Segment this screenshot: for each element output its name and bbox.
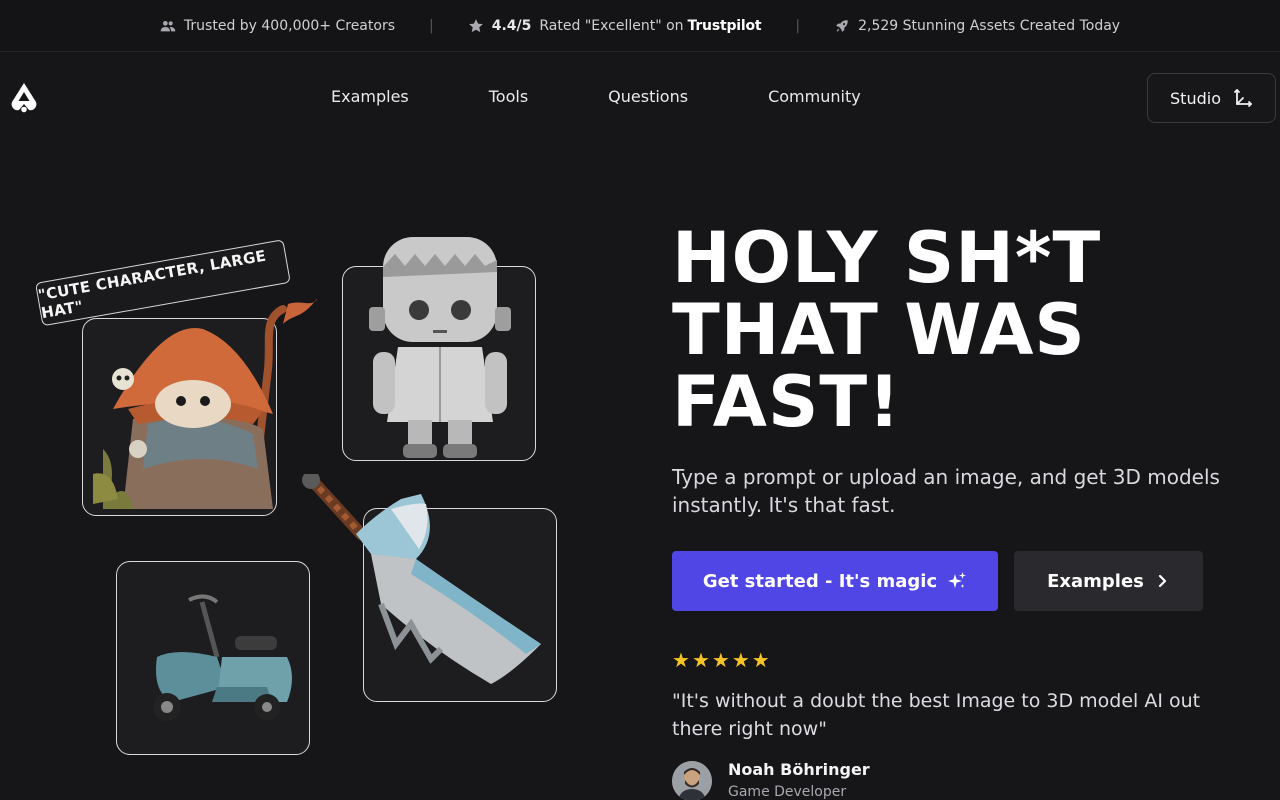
banner-separator: | [795,17,801,34]
testimonial-author-name: Noah Böhringer [728,760,870,779]
studio-button[interactable]: Studio [1147,73,1276,123]
nav-item-community[interactable]: Community [768,87,861,106]
assets-text: 2,529 Stunning Assets Created Today [858,17,1121,34]
nav-item-examples[interactable]: Examples [331,87,409,106]
star-icon: ★ [672,648,690,672]
star-icon: ★ [731,648,750,672]
sparkles-icon [948,572,967,588]
star-icon: ★ [711,648,730,672]
headline-line-3: FAST! [672,361,902,443]
star-icon: ★ [691,648,710,672]
rating-value: 4.4/5 [491,17,532,34]
hero-headline: HOLY SH*T THAT WAS FAST! [672,222,1232,438]
hero-subtitle: Type a prompt or upload an image, and ge… [672,465,1220,517]
examples-button[interactable]: Examples [1014,551,1203,611]
chevron-right-icon [1158,574,1166,588]
examples-label: Examples [1047,570,1144,592]
trustpilot-logo: Trustpilot [687,17,762,34]
nav-menu: Examples Tools Questions Community [331,87,941,106]
rating-stars: ★ ★ ★ ★ ★ [672,650,770,670]
star-icon [468,18,483,32]
studio-label: Studio [1170,88,1221,108]
testimonial-quote: "It's without a doubt the best Image to … [672,690,1201,740]
nav-item-questions[interactable]: Questions [608,87,688,106]
model-card-frankenstein[interactable] [342,237,536,461]
rating-text: Rated "Excellent" on [539,17,684,34]
axes-icon [1234,89,1252,107]
headline-line-2: THAT WAS [672,289,1086,371]
brand-logo-icon[interactable] [10,82,38,114]
main-nav: Examples Tools Questions Community Studi… [0,52,1280,142]
rating-badge[interactable]: 4.4/5 Rated "Excellent" on Trustpilot [468,18,762,34]
headline-line-1: HOLY SH*T [672,217,1102,299]
get-started-button[interactable]: Get started - It's magic [672,551,998,611]
model-card-wizard[interactable] [82,299,317,516]
model-card-scooter[interactable] [116,561,310,755]
banner-separator: | [429,17,434,34]
scooter-model-image [153,594,292,721]
frankenstein-model-image [369,237,511,458]
announcement-bar: Trusted by 400,000+ Creators | 4.4/5 Rat… [0,0,1280,52]
users-icon [160,20,176,31]
get-started-label: Get started - It's magic [702,570,938,592]
sword-model-image [302,474,541,684]
avatar [672,761,712,800]
rocket-icon [836,19,848,32]
trusted-text: Trusted by 400,000+ Creators [183,17,395,34]
nav-item-tools[interactable]: Tools [489,87,528,106]
testimonial-author-role: Game Developer [728,784,847,800]
trusted-badge: Trusted by 400,000+ Creators [160,18,395,34]
star-icon: ★ [751,648,770,672]
assets-badge: 2,529 Stunning Assets Created Today [834,18,1120,34]
model-card-sword[interactable] [302,474,557,702]
